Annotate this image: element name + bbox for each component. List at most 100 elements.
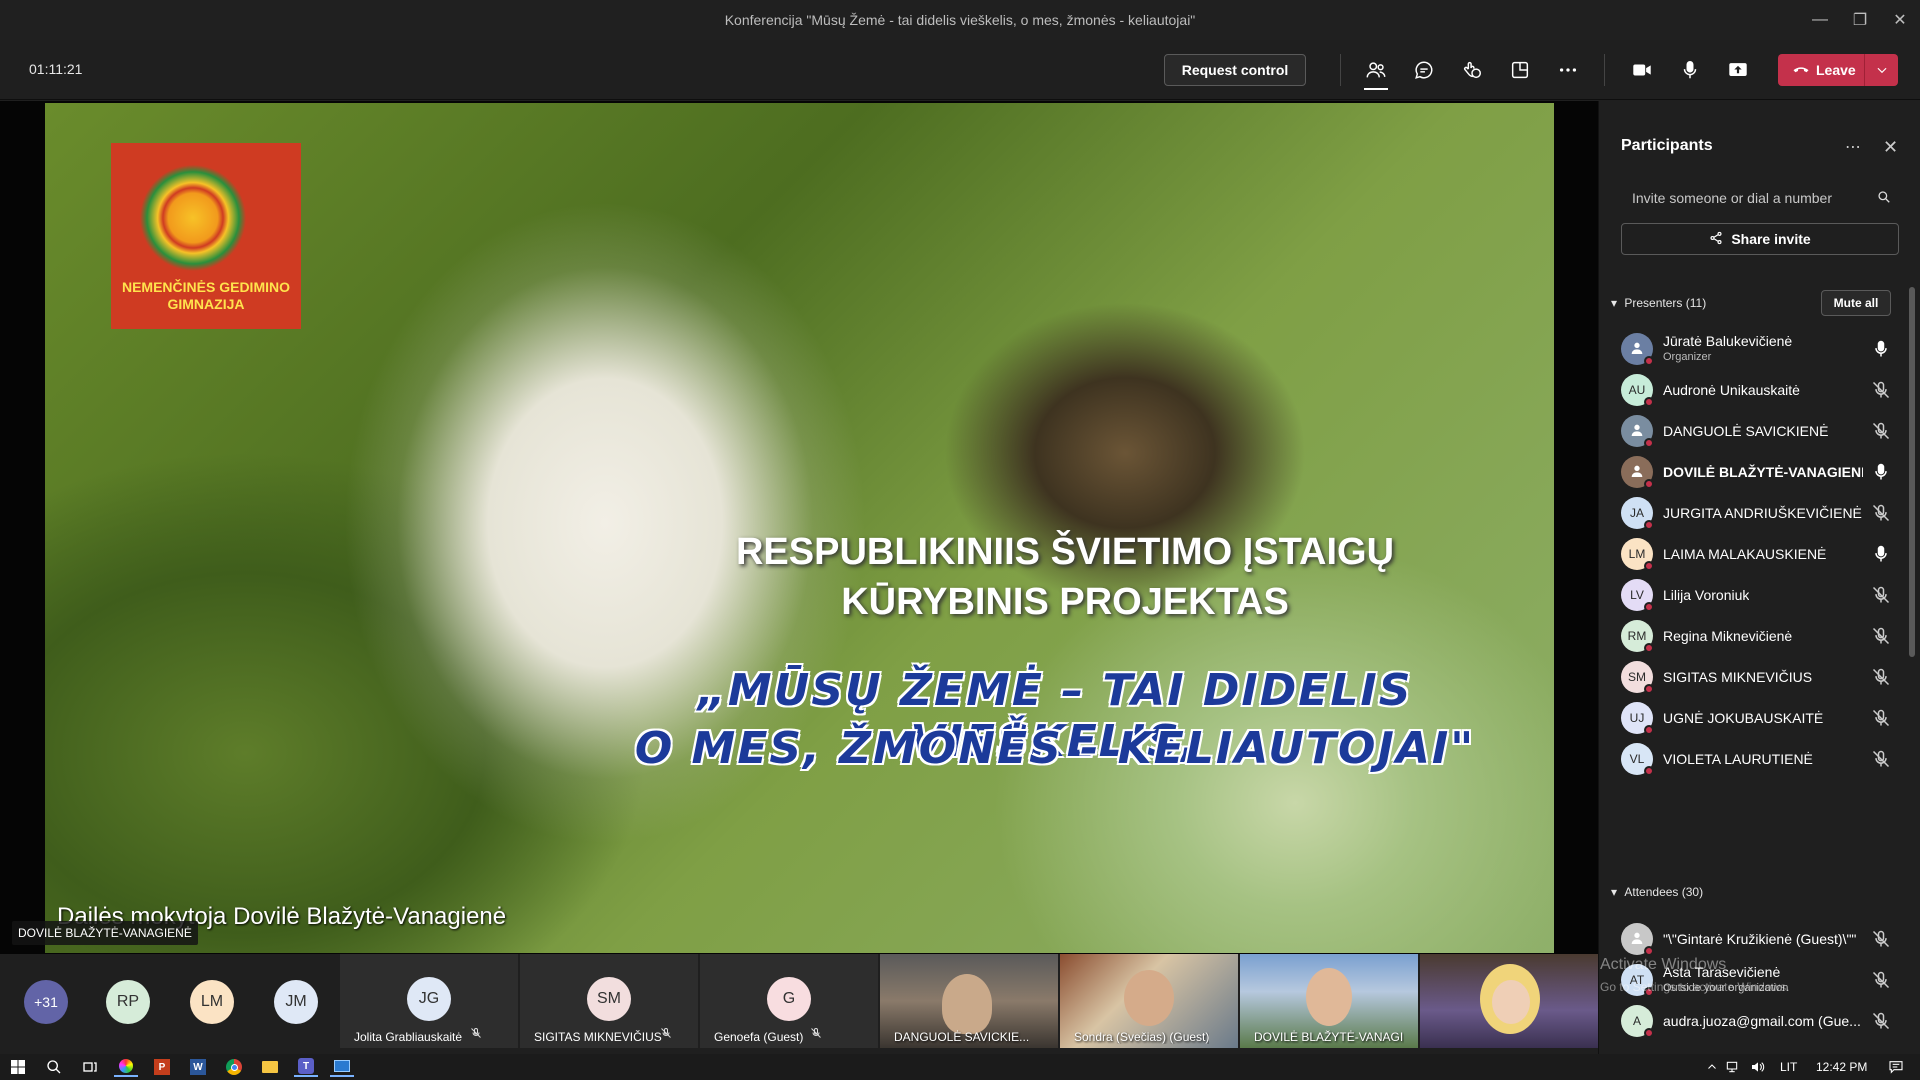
presenter-row[interactable]: LV Lilija Voroniuk: [1621, 573, 1891, 617]
more-actions-icon[interactable]: [1550, 54, 1586, 86]
word-icon[interactable]: W: [186, 1057, 210, 1077]
restore-icon[interactable]: ❐: [1840, 0, 1880, 40]
avatar-initials: JA: [1629, 506, 1644, 520]
avatar: AU: [1621, 374, 1654, 407]
presenters-section-header[interactable]: ▾ Presenters (11): [1611, 296, 1706, 310]
leave-main-button[interactable]: Leave: [1778, 54, 1864, 86]
status-dot: [1644, 520, 1654, 530]
avatar: SM: [587, 977, 631, 1021]
presenter-row[interactable]: RM Regina Miknevičienė: [1621, 614, 1891, 658]
mic-off-icon[interactable]: [1871, 626, 1891, 646]
mic-off-icon[interactable]: [1871, 970, 1891, 990]
mic-on-icon[interactable]: [1871, 544, 1891, 564]
person-icon: [1629, 422, 1645, 441]
mic-off-icon[interactable]: [1871, 1011, 1891, 1031]
status-dot: [1644, 946, 1654, 956]
mic-off-icon[interactable]: [1871, 380, 1891, 400]
mic-on-icon[interactable]: [1871, 339, 1891, 359]
panel-close-icon[interactable]: ✕: [1883, 137, 1898, 158]
participant-tile[interactable]: JG Jolita Grabliauskaitė: [340, 954, 518, 1048]
presenter-row[interactable]: AU Audronė Unikauskaitė: [1621, 368, 1891, 412]
share-screen-icon[interactable]: [1720, 54, 1756, 86]
chevron-down-icon[interactable]: [1864, 54, 1898, 86]
video-tile[interactable]: DANGUOLĖ SAVICKIE...: [880, 954, 1058, 1048]
participant-name: LAIMA MALAKAUSKIENĖ: [1663, 546, 1827, 562]
windows-start-icon[interactable]: [6, 1057, 30, 1077]
close-window-icon[interactable]: ✕: [1880, 0, 1920, 40]
avatar-initials: SM: [1628, 670, 1646, 684]
search-icon[interactable]: [1877, 190, 1891, 207]
share-invite-button[interactable]: Share invite: [1621, 223, 1899, 255]
tile-name: DOVILĖ BLAŽYTĖ-VANAGI...: [1254, 1030, 1404, 1044]
avatar: SM: [1621, 661, 1654, 694]
avatar[interactable]: JM: [274, 980, 318, 1024]
participant-tile[interactable]: SM SIGITAS MIKNEVIČIUS: [520, 954, 698, 1048]
mic-off-icon[interactable]: [1871, 929, 1891, 949]
status-dot: [1644, 684, 1654, 694]
camera-icon[interactable]: [1624, 54, 1660, 86]
reactions-icon[interactable]: [1454, 54, 1490, 86]
presenter-row[interactable]: LM LAIMA MALAKAUSKIENĖ: [1621, 532, 1891, 576]
avatar: [1621, 415, 1654, 448]
avatar[interactable]: LM: [190, 980, 234, 1024]
overflow-participants-button[interactable]: +31: [24, 980, 68, 1024]
volume-icon[interactable]: [1746, 1057, 1770, 1077]
avatar[interactable]: RP: [106, 980, 150, 1024]
video-tile[interactable]: Sondra (Svečias) (Guest): [1060, 954, 1238, 1048]
participant-video-face: [1306, 968, 1352, 1026]
mic-off-icon[interactable]: [1871, 585, 1891, 605]
invite-input[interactable]: Invite someone or dial a number: [1621, 182, 1899, 214]
request-control-button[interactable]: Request control: [1164, 54, 1306, 86]
language-indicator[interactable]: LIT: [1780, 1060, 1797, 1074]
avatar-initials: UJ: [1629, 711, 1645, 725]
presenter-row[interactable]: VL VIOLETA LAURUTIENĖ: [1621, 737, 1891, 781]
window-title: Konferencija "Mūsų Žemė - tai didelis vi…: [724, 12, 1196, 28]
breakout-rooms-icon[interactable]: [1502, 54, 1538, 86]
logo-text-line-2: GIMNAZIJA: [167, 296, 245, 312]
leave-button[interactable]: Leave: [1778, 54, 1898, 86]
presenter-row[interactable]: UJ UGNĖ JOKUBAUSKAITĖ: [1621, 696, 1891, 740]
presenter-row[interactable]: DANGUOLĖ SAVICKIENĖ: [1621, 409, 1891, 453]
file-explorer-icon[interactable]: [258, 1057, 282, 1077]
paint-app-icon[interactable]: [114, 1057, 138, 1077]
chrome-icon[interactable]: [222, 1057, 246, 1077]
presenter-row[interactable]: JA JURGITA ANDRIUŠKEVIČIENĖ: [1621, 491, 1891, 535]
panel-more-icon[interactable]: ⋯: [1845, 137, 1861, 157]
powerpoint-icon[interactable]: P: [150, 1057, 174, 1077]
slide-quote-line-2: O MES, ŽMONĖS - KELIAUTOJAI": [634, 723, 1476, 774]
video-tile[interactable]: [1420, 954, 1598, 1048]
chevron-down-icon: ▾: [1611, 885, 1618, 899]
mic-off-icon[interactable]: [1871, 749, 1891, 769]
minimize-icon[interactable]: —: [1800, 0, 1840, 40]
panel-scrollbar[interactable]: [1909, 287, 1915, 657]
participants-icon[interactable]: [1358, 54, 1394, 86]
chat-icon[interactable]: [1406, 54, 1442, 86]
presenter-row[interactable]: Jūratė Balukevičienė Organizer: [1621, 327, 1891, 371]
teams-icon[interactable]: T: [294, 1057, 318, 1077]
task-view-icon[interactable]: [78, 1057, 102, 1077]
microphone-icon[interactable]: [1672, 54, 1708, 86]
presenter-row[interactable]: SM SIGITAS MIKNEVIČIUS: [1621, 655, 1891, 699]
video-tile[interactable]: DOVILĖ BLAŽYTĖ-VANAGI...: [1240, 954, 1418, 1048]
window-titlebar: Konferencija "Mūsų Žemė - tai didelis vi…: [0, 0, 1920, 40]
network-icon[interactable]: [1722, 1057, 1746, 1077]
search-icon[interactable]: [42, 1057, 66, 1077]
mic-on-icon[interactable]: [1871, 462, 1891, 482]
participant-tile[interactable]: G Genoefa (Guest): [700, 954, 878, 1048]
attendee-row[interactable]: Aaudra.juoza@gmail.com (Gue...: [1621, 999, 1891, 1043]
logo-text: NEMENČINĖS GEDIMINO GIMNAZIJA: [122, 279, 290, 313]
notifications-icon[interactable]: [1884, 1057, 1908, 1077]
avatar: LM: [1621, 538, 1654, 571]
show-hidden-icons-icon[interactable]: [1700, 1057, 1724, 1077]
mic-off-icon[interactable]: [1871, 503, 1891, 523]
attendees-section-header[interactable]: ▾ Attendees (30): [1611, 885, 1703, 899]
taskbar-clock[interactable]: 12:42 PM: [1816, 1060, 1867, 1074]
mic-off-icon: [810, 1026, 822, 1044]
mic-off-icon[interactable]: [1871, 667, 1891, 687]
presenter-row[interactable]: DOVILĖ BLAŽYTĖ-VANAGIENĖ: [1621, 450, 1891, 494]
mute-all-button[interactable]: Mute all: [1821, 290, 1891, 316]
attendee-row[interactable]: "\"Gintarė Kružikienė (Guest)\"": [1621, 917, 1891, 961]
remote-desktop-icon[interactable]: [330, 1057, 354, 1077]
mic-off-icon[interactable]: [1871, 708, 1891, 728]
mic-off-icon[interactable]: [1871, 421, 1891, 441]
